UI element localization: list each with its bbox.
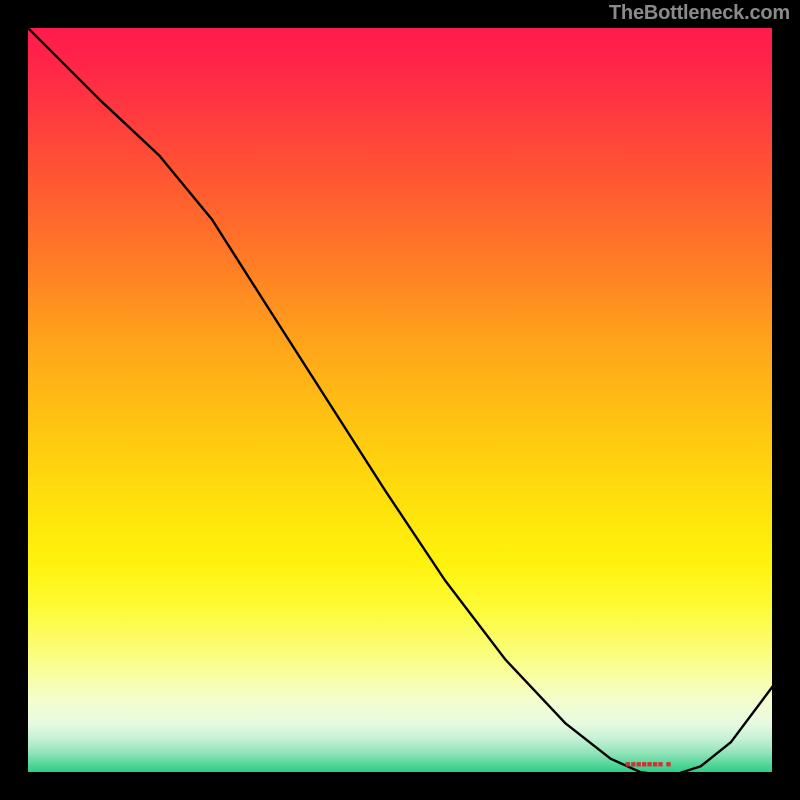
minimum-marker-label: ■■■■■■■ ■ — [625, 759, 671, 769]
chart-container: ■■■■■■■ ■ TheBottleneck.com — [0, 0, 800, 800]
chart-line-layer: ■■■■■■■ ■ — [24, 24, 776, 776]
curve-line — [24, 24, 776, 776]
watermark-text: TheBottleneck.com — [609, 2, 790, 25]
